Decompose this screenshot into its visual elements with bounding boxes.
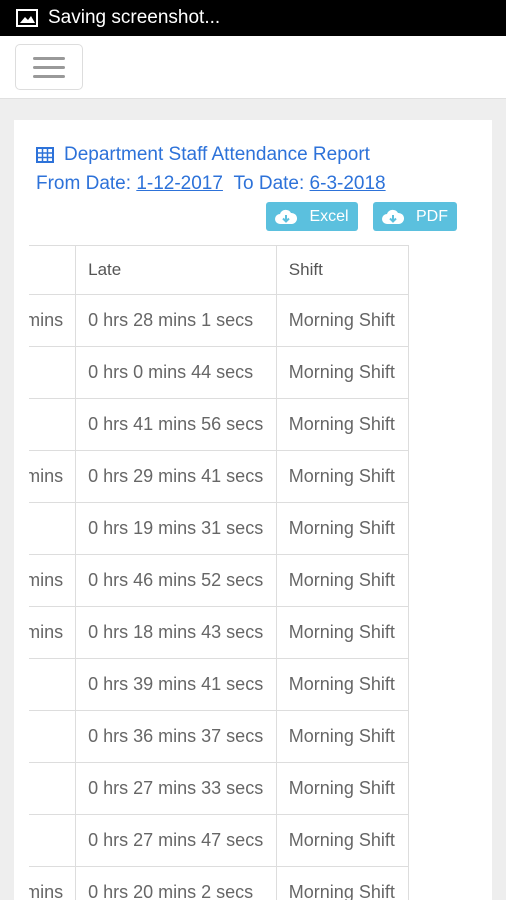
date-range: From Date: 1-12-2017 To Date: 6-3-2018 (36, 173, 386, 195)
shift-cell: Morning Shift (275, 814, 410, 867)
table-row: 0 hrs 41 mins 56 secs Morning Shift (29, 398, 410, 451)
late-cell: 0 hrs 27 mins 47 secs (75, 814, 277, 867)
status-bar: Saving screenshot... (0, 0, 506, 36)
worked-hours-cell (29, 762, 77, 815)
top-navbar (0, 36, 506, 99)
table-row: s 33 mins0 hrs 28 mins 1 secsMorning Shi… (29, 294, 410, 347)
table-icon (36, 147, 54, 163)
late-cell: 0 hrs 28 mins 1 secs (75, 294, 277, 347)
late-cell: 0 hrs 39 mins 41 secs (75, 658, 277, 711)
excel-export-button[interactable]: Excel (266, 202, 358, 231)
table-row: 0 hrs 27 mins 33 secs Morning Shift (29, 762, 410, 815)
worked-hours-cell: rs 48 mins (29, 554, 77, 607)
worked-hours-cell: s 5 mins (29, 450, 77, 503)
worked-hours-cell (29, 398, 77, 451)
late-cell: 0 hrs 19 mins 31 secs (75, 502, 277, 555)
status-text: Saving screenshot... (48, 7, 221, 28)
late-cell: 0 hrs 29 mins 41 secs (75, 450, 277, 503)
table-row: 0 hrs 0 mins 44 secs Morning Shift (29, 346, 410, 399)
late-cell: 0 hrs 0 mins 44 secs (75, 346, 277, 399)
table-row: 0 hrs 19 mins 31 secs Morning Shift (29, 502, 410, 555)
shift-cell: Morning Shift (275, 398, 410, 451)
attendance-table-scroll[interactable]: Late Shift s 33 mins0 hrs 28 mins 1 secs… (29, 245, 479, 900)
hamburger-icon (33, 56, 65, 60)
late-cell: 0 hrs 41 mins 56 secs (75, 398, 277, 451)
column-header-late: Late (75, 245, 277, 295)
late-cell: 0 hrs 18 mins 43 secs (75, 606, 277, 659)
worked-hours-cell: s 33 mins (29, 294, 77, 347)
shift-cell: Morning Shift (275, 762, 410, 815)
pdf-label: PDF (416, 207, 448, 225)
table-header-row: Late Shift (29, 245, 410, 295)
late-cell: 0 hrs 27 mins 33 secs (75, 762, 277, 815)
to-date[interactable]: 6-3-2018 (310, 173, 386, 194)
image-icon (16, 9, 38, 27)
shift-cell: Morning Shift (275, 450, 410, 503)
report-title-text: Department Staff Attendance Report (64, 144, 370, 165)
late-cell: 0 hrs 36 mins 37 secs (75, 710, 277, 763)
shift-cell: Morning Shift (275, 866, 410, 900)
late-cell: 0 hrs 46 mins 52 secs (75, 554, 277, 607)
table-row: s 16 mins0 hrs 18 mins 43 secsMorning Sh… (29, 606, 410, 659)
worked-hours-cell (29, 814, 77, 867)
table-row: s 55 mins0 hrs 20 mins 2 secsMorning Shi… (29, 866, 410, 900)
cloud-download-icon (382, 209, 404, 224)
table-row: s 5 mins0 hrs 29 mins 41 secsMorning Shi… (29, 450, 410, 503)
pdf-export-button[interactable]: PDF (373, 202, 457, 231)
shift-cell: Morning Shift (275, 606, 410, 659)
report-title: Department Staff Attendance Report (36, 144, 370, 166)
worked-hours-cell: s 55 mins (29, 866, 77, 900)
column-header-shift: Shift (275, 245, 410, 295)
from-date[interactable]: 1-12-2017 (136, 173, 223, 194)
excel-label: Excel (309, 207, 349, 225)
shift-cell: Morning Shift (275, 502, 410, 555)
worked-hours-cell (29, 710, 77, 763)
shift-cell: Morning Shift (275, 294, 410, 347)
shift-cell: Morning Shift (275, 658, 410, 711)
late-cell: 0 hrs 20 mins 2 secs (75, 866, 277, 900)
shift-cell: Morning Shift (275, 346, 410, 399)
report-card: Department Staff Attendance Report From … (14, 120, 492, 900)
from-label: From Date: (36, 173, 132, 194)
column-header (29, 245, 77, 295)
table-row: 0 hrs 39 mins 41 secs Morning Shift (29, 658, 410, 711)
shift-cell: Morning Shift (275, 710, 410, 763)
menu-toggle-button[interactable] (15, 44, 83, 90)
worked-hours-cell (29, 658, 77, 711)
to-label: To Date: (233, 173, 305, 194)
table-row: rs 48 mins0 hrs 46 mins 52 secsMorning S… (29, 554, 410, 607)
table-row: 0 hrs 36 mins 37 secs Morning Shift (29, 710, 410, 763)
table-row: 0 hrs 27 mins 47 secs Morning Shift (29, 814, 410, 867)
worked-hours-cell (29, 346, 77, 399)
cloud-download-icon (275, 209, 298, 224)
shift-cell: Morning Shift (275, 554, 410, 607)
worked-hours-cell: s 16 mins (29, 606, 77, 659)
worked-hours-cell (29, 502, 77, 555)
attendance-table: Late Shift s 33 mins0 hrs 28 mins 1 secs… (29, 245, 410, 900)
